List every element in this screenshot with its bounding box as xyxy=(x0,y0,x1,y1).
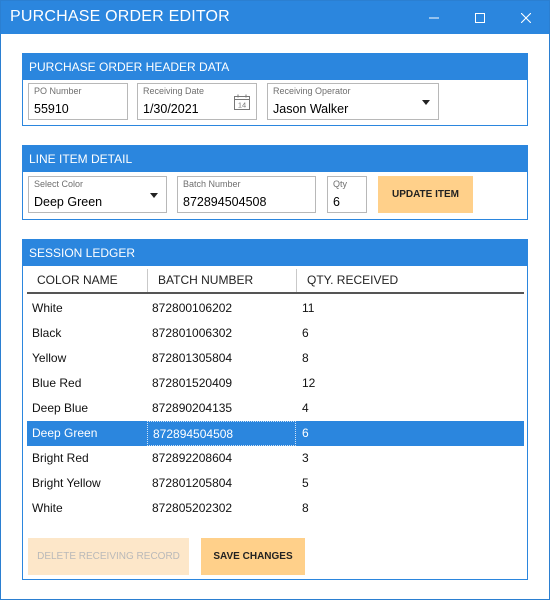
table-cell-color: Deep Green xyxy=(32,426,98,440)
table-cell-color: White xyxy=(32,301,63,315)
receiving-operator-dropdown[interactable]: Receiving Operator Jason Walker xyxy=(267,83,439,120)
column-header-qty-received[interactable]: QTY. RECEIVED xyxy=(297,269,524,292)
table-cell-batch: 872801205804 xyxy=(152,476,233,490)
table-cell-color: Bright Yellow xyxy=(32,476,101,490)
table-body: White 872800106202 11 Black 872801006302 6 Yel… xyxy=(27,294,524,521)
table-row[interactable]: White 872800106202 11 xyxy=(27,296,524,321)
table-cell-batch: 872801520409 xyxy=(152,376,233,390)
maximize-button[interactable] xyxy=(457,1,503,34)
table-cell-qty: 8 xyxy=(302,351,309,365)
line-item-detail-group: LINE ITEM DETAIL Select Color Deep Green… xyxy=(22,145,528,220)
batch-number-value: 872894504508 xyxy=(183,195,267,209)
table-row[interactable]: Yellow 872801305804 8 xyxy=(27,346,524,371)
table-cell-qty: 3 xyxy=(302,451,309,465)
table-cell-qty: 6 xyxy=(302,326,309,340)
group-title: PURCHASE ORDER HEADER DATA xyxy=(23,54,527,80)
title-bar[interactable]: PURCHASE ORDER EDITOR xyxy=(1,1,549,34)
window-title: PURCHASE ORDER EDITOR xyxy=(10,8,230,25)
table-row[interactable]: White 872805202302 8 xyxy=(27,496,524,521)
table-row[interactable]: Blue Red 872801520409 12 xyxy=(27,371,524,396)
table-cell-batch: 872894504508 xyxy=(147,421,296,446)
batch-number-label: Batch Number xyxy=(183,179,241,189)
table-cell-batch: 872892208604 xyxy=(152,451,233,465)
table-cell-qty: 4 xyxy=(302,401,309,415)
table-header: COLOR NAME BATCH NUMBER QTY. RECEIVED xyxy=(27,269,524,294)
table-row-selected[interactable]: Deep Green 872894504508 6 xyxy=(27,421,524,446)
maximize-icon xyxy=(475,12,485,23)
table-row[interactable]: Deep Blue 872890204135 4 xyxy=(27,396,524,421)
quantity-field[interactable]: Qty 6 xyxy=(327,176,367,213)
table-cell-qty: 12 xyxy=(302,376,316,390)
minimize-button[interactable] xyxy=(411,1,457,34)
select-color-label: Select Color xyxy=(34,179,84,189)
purchase-order-editor-window: PURCHASE ORDER EDITOR PURCHASE ORDER HEA… xyxy=(0,0,550,600)
column-header-color-name[interactable]: COLOR NAME xyxy=(27,269,147,292)
update-item-button[interactable]: UPDATE ITEM xyxy=(378,176,473,213)
table-cell-color: White xyxy=(32,501,63,515)
purchase-order-header-group: PURCHASE ORDER HEADER DATA PO Number 559… xyxy=(22,53,528,126)
table-cell-qty: 11 xyxy=(302,301,315,315)
table-cell-batch: 872805202302 xyxy=(152,501,233,515)
po-number-field[interactable]: PO Number 55910 xyxy=(28,83,128,120)
chevron-down-icon xyxy=(150,193,158,198)
delete-receiving-record-button[interactable]: DELETE RECEIVING RECORD xyxy=(28,538,189,575)
quantity-value: 6 xyxy=(333,195,340,209)
table-row[interactable]: Bright Yellow 872801205804 5 xyxy=(27,471,524,496)
select-color-dropdown[interactable]: Select Color Deep Green xyxy=(28,176,167,213)
receiving-operator-label: Receiving Operator xyxy=(273,86,351,96)
table-cell-qty: 5 xyxy=(302,476,309,490)
column-header-batch-number[interactable]: BATCH NUMBER xyxy=(148,269,296,292)
receiving-date-label: Receiving Date xyxy=(143,86,205,96)
table-cell-color: Yellow xyxy=(32,351,67,365)
minimize-icon xyxy=(429,17,439,18)
calendar-day: 14 xyxy=(238,101,246,110)
table-cell-batch: 872800106202 xyxy=(152,301,233,315)
quantity-label: Qty xyxy=(333,179,348,189)
receiving-operator-value: Jason Walker xyxy=(273,102,349,116)
table-row[interactable]: Bright Red 872892208604 3 xyxy=(27,446,524,471)
save-changes-button[interactable]: SAVE CHANGES xyxy=(201,538,305,575)
table-cell-batch: 872801006302 xyxy=(152,326,233,340)
ledger-table: COLOR NAME BATCH NUMBER QTY. RECEIVED Wh… xyxy=(27,269,524,521)
po-number-label: PO Number xyxy=(34,86,82,96)
table-cell-qty: 8 xyxy=(302,501,309,515)
table-cell-qty: 6 xyxy=(302,426,309,440)
table-cell-color: Black xyxy=(32,326,62,340)
calendar-icon[interactable]: 14 xyxy=(234,94,250,110)
close-icon xyxy=(521,12,531,23)
table-cell-color: Blue Red xyxy=(32,376,82,390)
group-title: SESSION LEDGER xyxy=(23,240,527,266)
close-button[interactable] xyxy=(503,1,549,34)
receiving-date-field[interactable]: Receiving Date 1/30/2021 14 xyxy=(137,83,257,120)
table-cell-color: Bright Red xyxy=(32,451,89,465)
session-ledger-group: SESSION LEDGER COLOR NAME BATCH NUMBER Q… xyxy=(22,239,528,580)
po-number-value: 55910 xyxy=(34,102,69,116)
table-row[interactable]: Black 872801006302 6 xyxy=(27,321,524,346)
table-cell-batch: 872801305804 xyxy=(152,351,233,365)
chevron-down-icon xyxy=(422,100,430,105)
group-title: LINE ITEM DETAIL xyxy=(23,146,527,172)
batch-number-field[interactable]: Batch Number 872894504508 xyxy=(177,176,316,213)
select-color-value: Deep Green xyxy=(34,195,103,209)
table-cell-color: Deep Blue xyxy=(32,401,89,415)
table-cell-batch: 872890204135 xyxy=(152,401,233,415)
receiving-date-value: 1/30/2021 xyxy=(143,102,199,116)
